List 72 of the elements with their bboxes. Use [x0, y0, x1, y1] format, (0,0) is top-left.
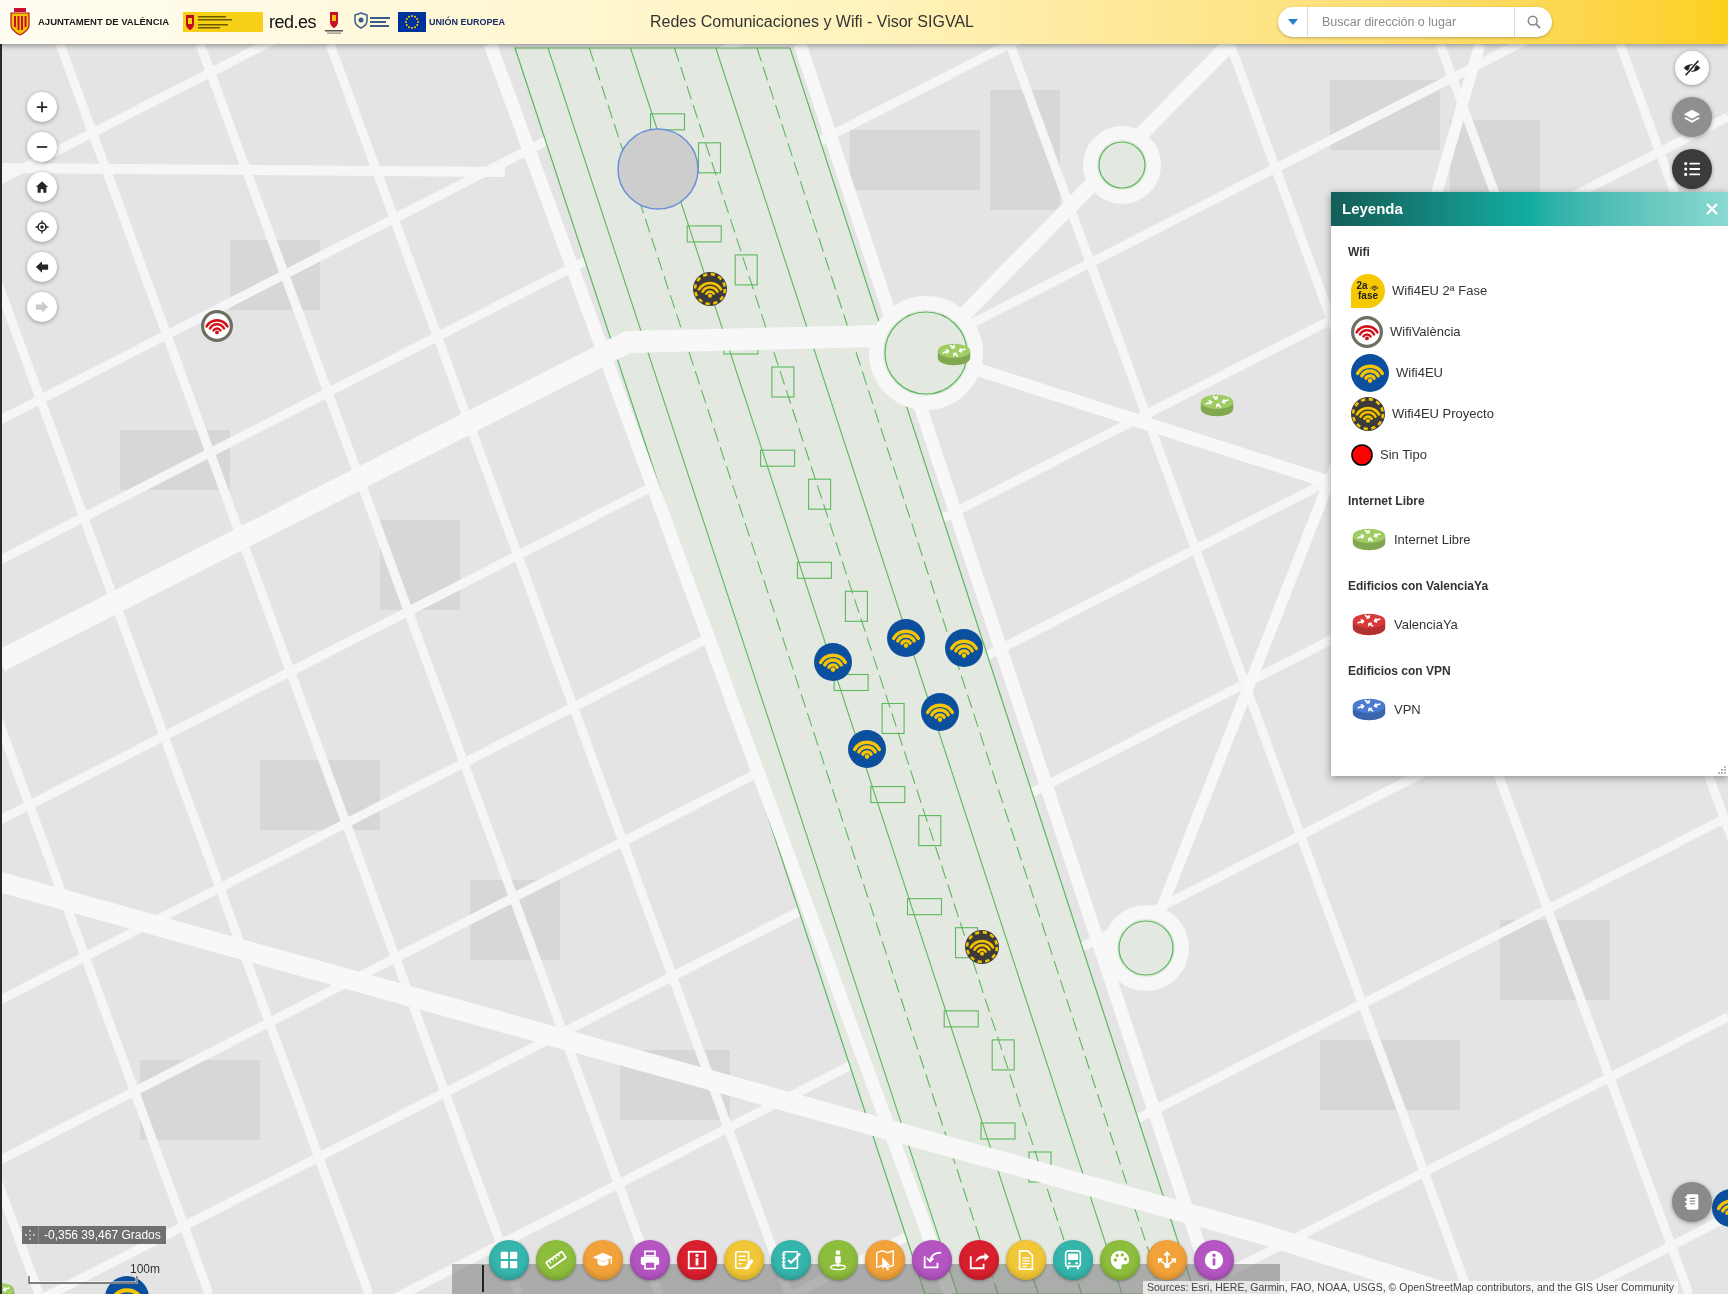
plus-icon [35, 100, 49, 114]
home-icon [35, 180, 49, 194]
scale-label: 100m [130, 1263, 161, 1276]
coordinates-text: -0,356 39,467 Grados [43, 1227, 162, 1244]
logo-wordmark: red.es [269, 13, 317, 31]
ruler-icon [545, 1249, 567, 1271]
branching-arrows-icon [1156, 1249, 1178, 1271]
legend-label: Sin Tipo [1380, 445, 1427, 464]
palette-icon [1109, 1249, 1131, 1271]
info-icon [686, 1249, 708, 1271]
eye-slash-icon [1683, 59, 1701, 77]
resize-grip-icon [1718, 766, 1726, 774]
arrow-left-icon [35, 260, 49, 274]
person-icon [827, 1249, 849, 1271]
legend-label: Internet Libre [1394, 530, 1471, 549]
legend-label: Wifi4EU 2ª Fase [1392, 281, 1488, 300]
dot-icon [1351, 443, 1373, 466]
crosshair-icon [25, 1230, 35, 1240]
router-marker-icon[interactable] [936, 341, 972, 368]
crest-banner-icon [183, 12, 264, 32]
checklist-icon [780, 1249, 802, 1271]
legend-label: ValenciaYa [1394, 615, 1458, 634]
router-marker-icon[interactable] [2, 1281, 17, 1294]
grid-icon [498, 1249, 520, 1271]
wifi-ring-icon [1351, 315, 1383, 348]
attribution-text: Sources: Esri, HERE, Garmin, FAO, NOAA, USGS, © OpenStreetMap contributors, and the GIS User Community [1143, 1281, 1679, 1294]
notepad-pencil-icon [733, 1249, 755, 1271]
legend-label: VPN [1394, 700, 1421, 719]
legend-label: Wifi4EU Proyecto [1392, 404, 1494, 423]
wifi-marker-icon[interactable] [921, 693, 959, 731]
printer-icon [639, 1249, 661, 1271]
flag-icon [398, 12, 427, 32]
app-title: Redes Comunicaciones y Wifi - Visor SIGVAL [650, 12, 974, 32]
list-icon [1683, 160, 1701, 178]
search-icon [1526, 15, 1541, 29]
wifi-marker-icon[interactable] [965, 930, 999, 964]
wifi-marker-icon[interactable] [887, 619, 925, 657]
caret-icon [1287, 19, 1298, 25]
info-icon [1203, 1249, 1225, 1271]
router-marker-icon[interactable] [1199, 392, 1235, 419]
target-icon [35, 220, 49, 234]
map-pointer-icon [874, 1249, 896, 1271]
section-heading: Edificios con ValenciaYa [1348, 578, 1490, 594]
shield-logo-icon [352, 12, 393, 32]
wifi-disc-icon [1351, 353, 1389, 392]
layers-icon [1683, 108, 1701, 126]
section-heading: Wifi [1348, 244, 1371, 260]
wifi-marker-icon[interactable] [848, 730, 886, 768]
close-icon [1706, 203, 1718, 215]
box-arrow-in-icon [921, 1249, 943, 1271]
section-heading: Edificios con VPN [1348, 663, 1452, 679]
wifi-marker-icon[interactable] [105, 1276, 149, 1294]
wifi-marker-icon[interactable] [693, 272, 727, 306]
organization-name: AJUNTAMENT DE VALÈNCIA [38, 14, 170, 29]
badge-label: fase [1358, 290, 1378, 301]
wifi-marker-icon[interactable] [1712, 1189, 1728, 1227]
arrow-right-icon [35, 300, 49, 314]
search-field[interactable]: Buscar dirección o lugar [1278, 7, 1552, 37]
eu-label: UNIÓN EUROPEA [429, 17, 506, 27]
wifi-icon [1368, 283, 1380, 291]
search-input[interactable]: Buscar dirección o lugar [1322, 12, 1514, 32]
legend-label: WifiValència [1390, 322, 1461, 341]
badge-number: 2a [1356, 280, 1368, 291]
legend-label: Wifi4EU [1396, 363, 1443, 382]
notebook-icon [1683, 1193, 1701, 1211]
wifi-marker-icon[interactable] [945, 629, 983, 667]
bus-icon [1062, 1249, 1084, 1271]
section-heading: Internet Libre [1348, 493, 1426, 509]
crest-icon [8, 7, 32, 37]
wifi-marker-icon[interactable] [814, 643, 852, 681]
wifi-chip-icon [1351, 396, 1385, 431]
legend-title: Leyenda [1342, 198, 1403, 219]
